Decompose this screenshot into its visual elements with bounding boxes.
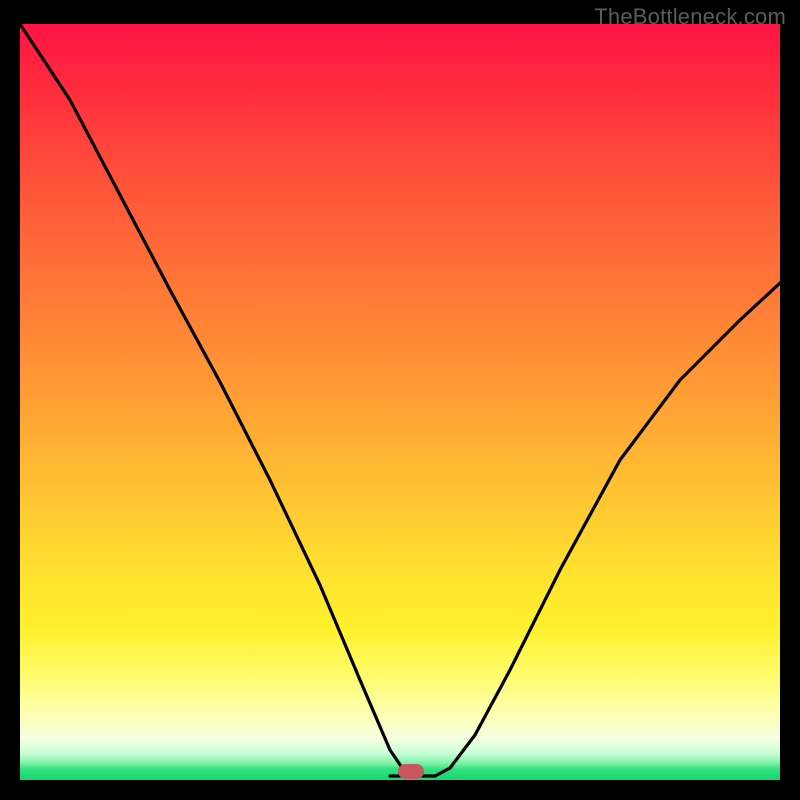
curve-left (20, 24, 415, 776)
chart-curves-svg (20, 24, 780, 780)
bottleneck-marker (398, 764, 424, 779)
curve-right (435, 283, 780, 776)
chart-frame: TheBottleneck.com (0, 0, 800, 800)
watermark-text: TheBottleneck.com (594, 4, 786, 30)
